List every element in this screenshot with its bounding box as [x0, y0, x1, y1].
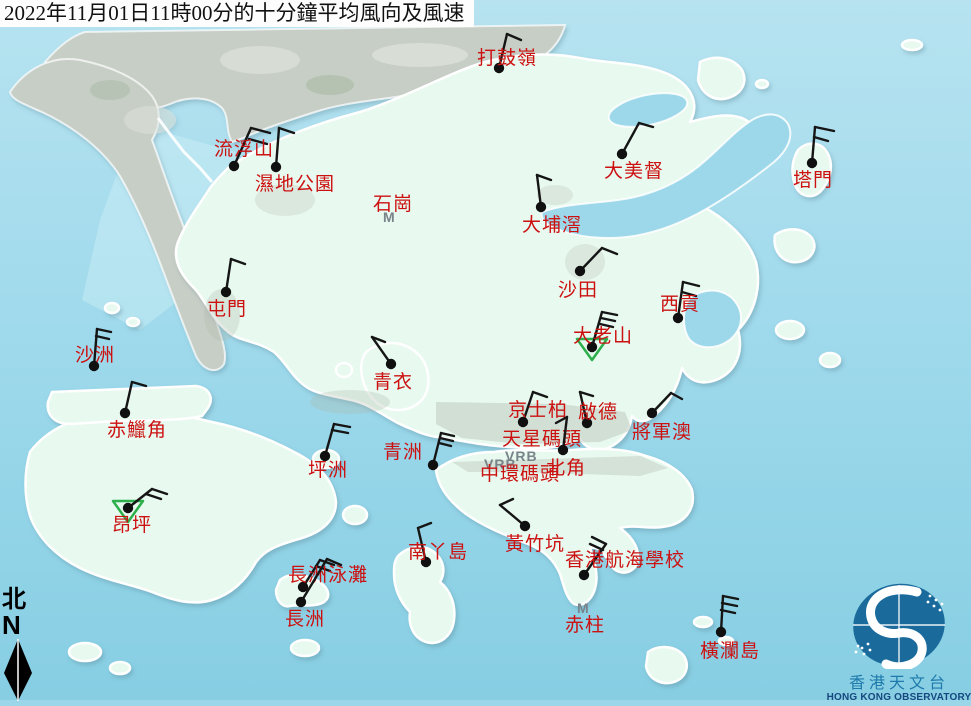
station-label: 石崗: [373, 193, 413, 215]
land-ma-wan: [336, 363, 352, 377]
station-dot: [229, 161, 239, 171]
station-label: 西貢: [660, 294, 700, 315]
station-label: 長洲: [285, 609, 325, 630]
station-dot: [647, 408, 657, 418]
map-title: 2022年11月01日11時00分的十分鐘平均風向及風速: [0, 0, 474, 27]
map-stage: 打鼓嶺流浮山濕地公園 大美督 塔門 M 石崗大埔滘沙田西貢大老山 屯門沙洲青衣赤鱲角昂坪 坪…: [0, 0, 971, 700]
land-soko-island-1: [69, 643, 101, 661]
station-dot: [558, 445, 568, 455]
station-dot: [617, 149, 627, 159]
land-lung-kwu-chau: [105, 303, 119, 313]
station-dot: [579, 570, 589, 580]
station-annotation: M: [577, 600, 590, 616]
station-label: 赤鱲角: [107, 419, 167, 441]
station-dot: [428, 460, 438, 470]
station-dot: [575, 266, 585, 276]
compass-letter: N: [2, 613, 38, 637]
land-shek-kwu-chau: [291, 640, 319, 656]
land-sha-chau-islet: [127, 318, 139, 326]
land-hei-ling-chau: [343, 506, 367, 524]
land-ping-chau: [902, 40, 922, 50]
station-dot: [807, 158, 817, 168]
station-label: 打鼓嶺: [477, 47, 537, 69]
station-label: 濕地公園: [255, 173, 335, 195]
station-label: 昂坪: [112, 514, 152, 536]
station-dot: [716, 627, 726, 637]
station-label: 橫瀾島: [700, 640, 760, 662]
station-dot: [536, 202, 546, 212]
station-label: 沙洲: [75, 345, 115, 366]
station-label: 天星碼頭: [502, 429, 582, 450]
land-grass-island: [775, 229, 815, 262]
hko-logo-chinese: 香港天文台: [826, 675, 971, 692]
station-label: 青洲: [383, 441, 423, 463]
hko-logo: 香港天文台 HONG KONG OBSERVATORY: [826, 581, 971, 704]
station-dot: [221, 287, 231, 297]
station-label: 流浮山: [214, 138, 274, 160]
compass-north: 北 N: [2, 587, 38, 706]
station-label: 大老山: [573, 325, 633, 347]
station-label: 京士柏: [508, 399, 568, 421]
land-soko-island-2: [110, 662, 130, 674]
land-outer-islet: [820, 353, 840, 367]
station-dot: [271, 162, 281, 172]
station-label: 坪洲: [308, 459, 348, 481]
land-waglan-islet-1: [694, 617, 712, 627]
station-label: 赤柱: [565, 614, 605, 636]
station-dot: [120, 408, 130, 418]
station-label: 南丫島: [408, 541, 468, 563]
station-label: 將軍澳: [632, 421, 692, 443]
station-label: 北角: [546, 457, 586, 479]
station-label: 長洲泳灘: [288, 564, 368, 586]
north-arrow-icon: [2, 637, 36, 701]
hko-logo-english: HONG KONG OBSERVATORY: [826, 692, 971, 704]
station-label: 黃竹坑: [505, 533, 565, 555]
land-kat-o: [698, 58, 744, 99]
station-dot: [296, 597, 306, 607]
station-label: 大埔滘: [522, 214, 582, 236]
land-po-toi: [646, 647, 687, 683]
station-label: 大美督: [604, 160, 664, 182]
station-label: 屯門: [207, 298, 247, 320]
hko-logo-icon: [829, 581, 969, 669]
station-label: 香港航海學校: [565, 549, 685, 571]
station-dot: [123, 503, 133, 513]
station-dot: [520, 521, 530, 531]
station-dot: [386, 359, 396, 369]
station-label: 啟德: [578, 401, 618, 423]
land-ap-chau: [756, 80, 768, 88]
station-label: 沙田: [558, 280, 598, 301]
station-label: 塔門: [793, 169, 833, 191]
land-high-island: [776, 321, 804, 339]
station-label: 青衣: [373, 371, 413, 393]
